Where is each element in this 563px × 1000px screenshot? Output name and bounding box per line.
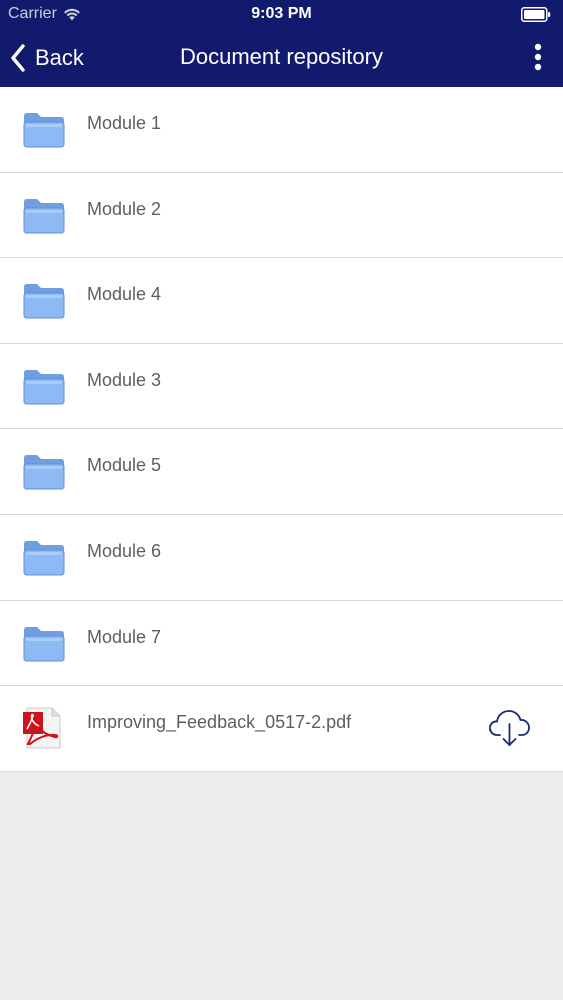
- folder-row[interactable]: Module 7: [0, 601, 563, 687]
- navigation-bar: Back Document repository: [0, 30, 563, 87]
- folder-icon: [23, 455, 65, 490]
- status-bar: Carrier 9:03 PM: [0, 0, 563, 30]
- chevron-left-icon: [11, 44, 25, 72]
- item-label: Module 7: [87, 626, 162, 647]
- file-row[interactable]: Improving_Feedback_0517-2.pdf: [0, 686, 563, 772]
- item-label: Module 1: [87, 113, 162, 133]
- more-vertical-icon[interactable]: [529, 42, 547, 74]
- folder-icon: [23, 540, 65, 576]
- back-button[interactable]: Back: [10, 42, 84, 74]
- status-time: 9:03 PM: [251, 5, 312, 22]
- folder-row[interactable]: Module 4: [0, 258, 563, 344]
- item-label: Improving_Feedback_0517-2.pdf: [87, 712, 352, 733]
- item-label: Module 3: [87, 369, 162, 390]
- item-label: Module 2: [87, 198, 162, 219]
- document-list: Module 1 Module 2 Module 4 Module 3 Modu…: [0, 87, 563, 772]
- page-title: Document repository: [180, 44, 383, 69]
- folder-row[interactable]: Module 6: [0, 515, 563, 601]
- item-label: Module 5: [87, 455, 162, 476]
- item-label: Module 4: [87, 284, 162, 305]
- cloud-download-icon[interactable]: [488, 708, 532, 748]
- item-label: Module 6: [87, 540, 162, 561]
- folder-row[interactable]: Module 1: [0, 87, 563, 173]
- folder-row[interactable]: Module 3: [0, 344, 563, 430]
- folder-icon: [23, 113, 65, 148]
- back-label: Back: [35, 45, 84, 70]
- folder-icon: [23, 626, 65, 662]
- folder-icon: [23, 284, 65, 319]
- battery-icon: [521, 7, 551, 22]
- folder-icon: [23, 369, 65, 405]
- app-header: Carrier 9:03 PM Back Document repository: [0, 0, 563, 87]
- folder-icon: [23, 198, 65, 234]
- folder-row[interactable]: Module 2: [0, 173, 563, 259]
- folder-row[interactable]: Module 5: [0, 429, 563, 515]
- pdf-file-icon: [23, 707, 61, 749]
